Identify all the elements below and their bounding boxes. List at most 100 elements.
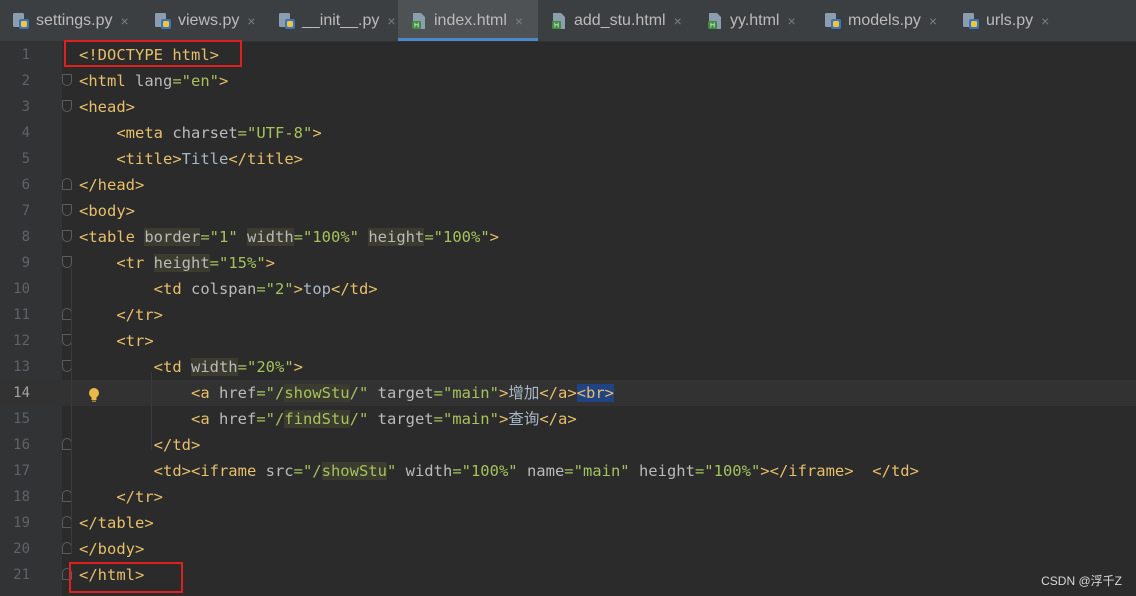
code-line[interactable]: 17 <td><iframe src="/showStu" width="100…: [0, 458, 1136, 484]
fold-toggle-icon[interactable]: [62, 74, 72, 86]
tab-label: settings.py: [36, 11, 113, 29]
line-number: 8: [21, 229, 30, 245]
tab-settings-py[interactable]: settings.py ×: [0, 0, 142, 41]
code-token: ="/: [256, 410, 285, 428]
code-token: </table>: [79, 514, 154, 532]
close-icon[interactable]: ×: [1041, 13, 1049, 29]
close-icon[interactable]: ×: [387, 13, 395, 29]
tab-add-stu-html[interactable]: Hadd_stu.html ×: [538, 0, 694, 41]
fold-toggle-icon[interactable]: [62, 230, 72, 242]
fold-toggle-icon[interactable]: [62, 178, 72, 190]
fold-toggle-icon[interactable]: [62, 100, 72, 112]
highlight-box-doctype: [64, 40, 242, 67]
code-line[interactable]: 3 <head>: [0, 94, 1136, 120]
line-number: 5: [21, 151, 30, 167]
code-line[interactable]: 8 <table border="1" width="100%" height="…: [0, 224, 1136, 250]
close-icon[interactable]: ×: [247, 13, 255, 29]
tab-yy-html[interactable]: Hyy.html ×: [694, 0, 812, 41]
close-icon[interactable]: ×: [120, 13, 128, 29]
code-token: ="main": [433, 410, 499, 428]
code-text: <title>Title</title>: [79, 146, 303, 172]
code-text: <meta charset="UTF-8">: [79, 120, 322, 146]
code-editor[interactable]: 1 <!DOCTYPE html> 2 <html lang="en"> 3 <head>…: [0, 40, 1136, 596]
line-number: 15: [13, 411, 30, 427]
close-icon[interactable]: ×: [787, 13, 795, 29]
code-line[interactable]: 19 </table>: [0, 510, 1136, 536]
code-line[interactable]: 5 <title>Title</title>: [0, 146, 1136, 172]
code-token: <td><iframe: [153, 462, 266, 480]
code-line[interactable]: 9 <tr height="15%">: [0, 250, 1136, 276]
code-line[interactable]: 11 </tr>: [0, 302, 1136, 328]
line-number: 18: [13, 489, 30, 505]
tab-index-html[interactable]: Hindex.html ×: [398, 0, 538, 41]
code-token: ="1": [200, 228, 247, 246]
code-token: <tr>: [116, 332, 154, 350]
code-token: <head>: [79, 98, 135, 116]
code-token: ="en": [172, 72, 219, 90]
code-token: ="/: [293, 462, 322, 480]
code-token: </td>: [872, 462, 919, 480]
line-number: 2: [21, 73, 30, 89]
fold-toggle-icon[interactable]: [62, 204, 72, 216]
indent-guide: [71, 268, 72, 554]
code-token: </title>: [228, 150, 303, 168]
code-token: ="20%": [237, 358, 294, 376]
html-file-icon: H: [706, 12, 724, 30]
tab-init-py[interactable]: __init__.py ×: [266, 0, 398, 41]
code-token: <title>: [116, 150, 182, 168]
line-number: 19: [13, 515, 30, 531]
code-token: showStu: [284, 384, 350, 402]
close-icon[interactable]: ×: [929, 13, 937, 29]
close-icon[interactable]: ×: [515, 13, 523, 29]
code-line[interactable]: 14 <a href="/showStu/" target="main">增加<…: [0, 380, 1136, 406]
code-token: charset: [172, 124, 238, 142]
code-line[interactable]: 10 <td colspan="2">top</td>: [0, 276, 1136, 302]
code-token: >: [312, 124, 322, 142]
code-text: <table border="1" width="100%" height="1…: [79, 224, 499, 250]
code-line[interactable]: 12 <tr>: [0, 328, 1136, 354]
line-number: 6: [21, 177, 30, 193]
code-token: <br>: [576, 384, 614, 402]
tab-views-py[interactable]: views.py ×: [142, 0, 266, 41]
code-text: <a href="/showStu/" target="main">增加</a>…: [79, 380, 614, 406]
code-line[interactable]: 13 <td width="20%">: [0, 354, 1136, 380]
tab-urls-py[interactable]: urls.py ×: [950, 0, 1062, 41]
code-token: ="100%": [424, 228, 490, 246]
code-token: >: [293, 280, 303, 298]
code-text: </body>: [79, 536, 144, 562]
code-line[interactable]: 20 </body>: [0, 536, 1136, 562]
line-number: 1: [21, 47, 30, 63]
code-text: <head>: [79, 94, 135, 120]
code-token: ="main": [564, 462, 639, 480]
code-text: <tr height="15%">: [79, 250, 275, 276]
code-text: <td colspan="2">top</td>: [79, 276, 378, 302]
tab-label: yy.html: [730, 11, 780, 29]
line-number: 20: [13, 541, 30, 557]
code-line[interactable]: 6 </head>: [0, 172, 1136, 198]
code-token: width: [190, 358, 238, 376]
code-line[interactable]: 15 <a href="/findStu/" target="main">查询<…: [0, 406, 1136, 432]
code-line[interactable]: 7 <body>: [0, 198, 1136, 224]
line-number: 7: [21, 203, 30, 219]
code-token: Title: [181, 150, 229, 168]
code-line[interactable]: 16 </td>: [0, 432, 1136, 458]
tab-models-py[interactable]: models.py ×: [812, 0, 950, 41]
html-file-icon: H: [550, 12, 568, 30]
code-token: </head>: [79, 176, 145, 194]
fold-toggle-icon[interactable]: [62, 256, 72, 268]
code-line[interactable]: 18 </tr>: [0, 484, 1136, 510]
code-token: <tr: [116, 254, 154, 272]
code-token: >: [498, 410, 509, 428]
close-icon[interactable]: ×: [674, 13, 682, 29]
code-token: ="100%": [293, 228, 369, 246]
code-line[interactable]: 2 <html lang="en">: [0, 68, 1136, 94]
svg-text:H: H: [710, 22, 715, 29]
tab-label: __init__.py: [302, 11, 380, 29]
code-line[interactable]: 4 <meta charset="UTF-8">: [0, 120, 1136, 146]
